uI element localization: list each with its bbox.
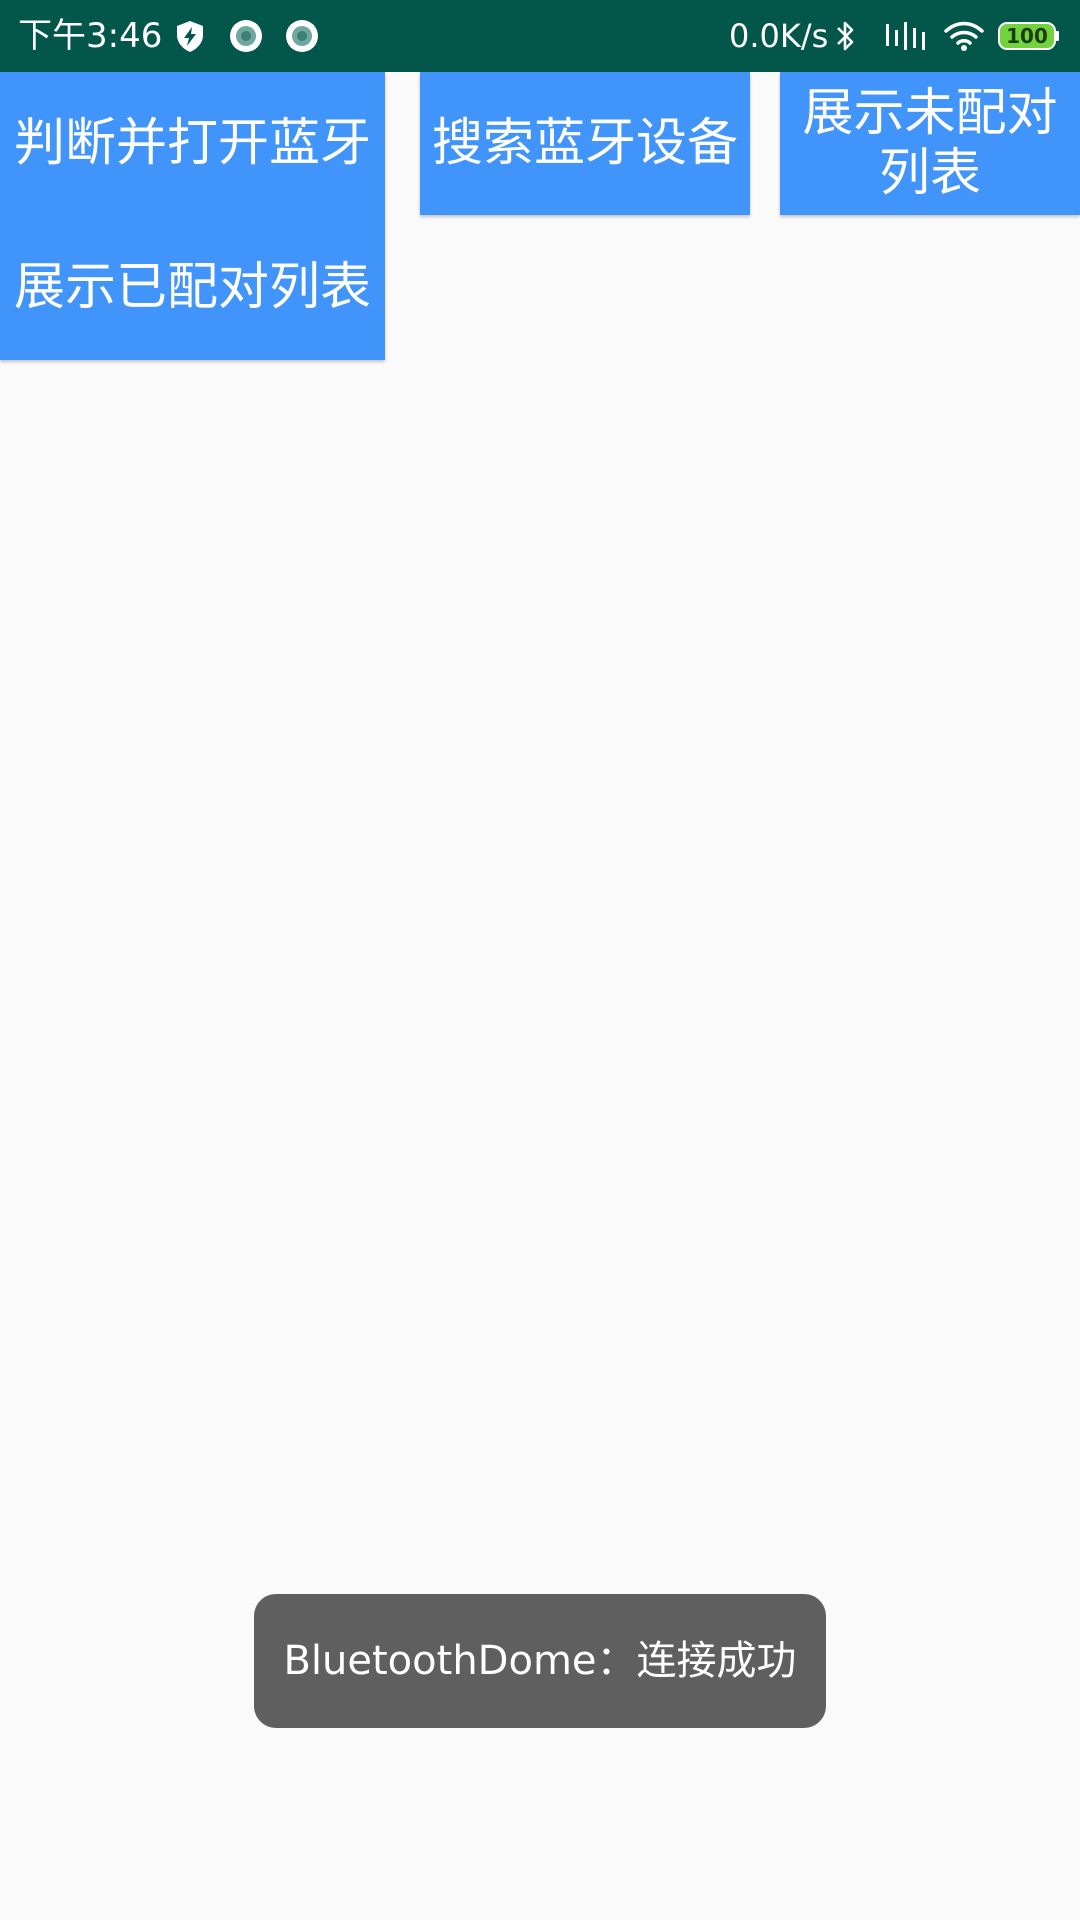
- shield-bolt-icon: [177, 21, 203, 52]
- bluetooth-icon: [837, 21, 854, 51]
- toast-text: BluetoothDome：连接成功: [283, 1638, 797, 1684]
- open-bluetooth-button[interactable]: 判断并打开蓝牙: [0, 72, 385, 215]
- battery-level: 100: [1006, 24, 1048, 48]
- search-devices-button[interactable]: 搜索蓝牙设备: [420, 72, 750, 215]
- network-speed: 0.0K/s: [729, 17, 829, 55]
- status-time: 下午3:46: [18, 16, 163, 56]
- notification-dot-icon: [230, 20, 262, 52]
- battery-indicator: 100: [998, 22, 1060, 50]
- status-bar: 下午3:46 0.0K/s 100: [0, 0, 1080, 72]
- notification-dot-icon: [286, 20, 318, 52]
- show-unpaired-list-button[interactable]: 展示未配对列表: [780, 72, 1080, 215]
- toast-message: BluetoothDome：连接成功: [254, 1594, 826, 1728]
- show-paired-list-button[interactable]: 展示已配对列表: [0, 215, 385, 360]
- wifi-icon: [944, 21, 984, 51]
- signal-icon: [886, 22, 925, 50]
